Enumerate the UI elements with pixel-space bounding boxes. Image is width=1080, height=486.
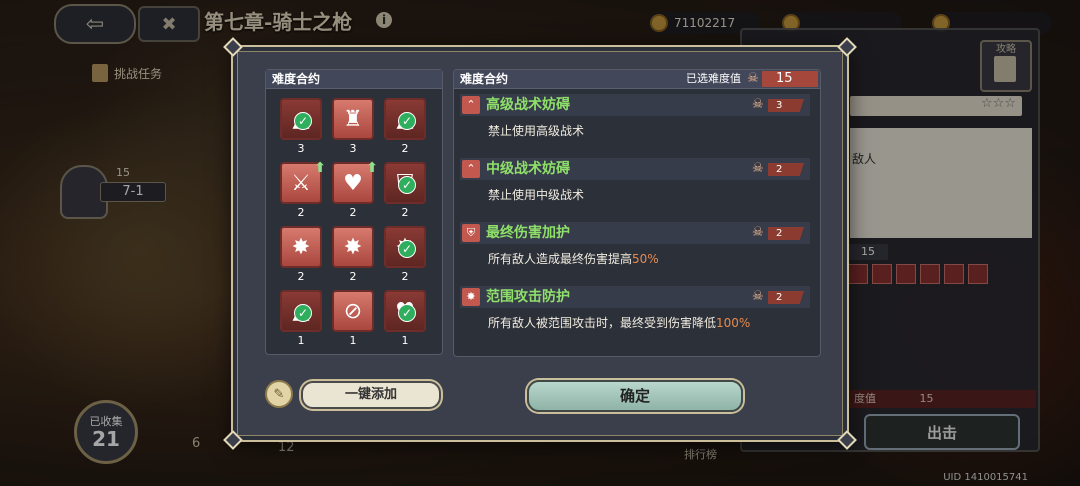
contract-description-value: 100% xyxy=(716,316,751,330)
book-edit-icon: ✎ xyxy=(273,386,285,402)
contract-name: 高级战术妨碍 xyxy=(486,97,570,113)
contract-name: 中级战术妨碍 xyxy=(486,161,570,177)
contract-name: 最终伤害加护 xyxy=(486,225,570,241)
contract-tile-level: 2 xyxy=(401,142,409,155)
skull-icon: ☠ xyxy=(752,97,764,112)
contract-tile-level: 2 xyxy=(401,206,409,219)
contract-tile-image[interactable]: ♥✓ xyxy=(384,290,426,332)
contract-description-text: 所有敌人造成最终伤害提高 xyxy=(488,252,633,266)
shield-icon: ⛨ xyxy=(462,224,480,242)
quick-add-button[interactable]: 一键添加 xyxy=(301,381,441,409)
burst-icon: ✸ xyxy=(462,288,480,306)
contract-tile-image[interactable]: ⚔ ⬆ xyxy=(280,160,326,204)
contract-tile-image[interactable]: ▲✓ xyxy=(280,98,322,140)
skull-icon: ☠ xyxy=(752,289,764,304)
contract-tile-level: 2 xyxy=(297,270,305,283)
skull-icon: ☠ xyxy=(752,225,764,240)
contract-tile-level: 1 xyxy=(401,334,409,347)
contract-tile-image[interactable]: ✸✓ xyxy=(384,226,426,268)
contract-cost: 2 xyxy=(768,227,804,240)
contract-tile[interactable]: ♜ 3 xyxy=(332,98,376,155)
contract-description: 所有敌人造成最终伤害提高50% xyxy=(460,244,810,272)
contract-tile-level: 1 xyxy=(349,334,357,347)
grid-panel-header: 难度合约 xyxy=(266,70,442,89)
burst-icon: ✸ xyxy=(343,234,363,260)
contract-tile[interactable]: ▲✓ 1 xyxy=(280,290,324,347)
double-chevron-icon: ⌃ xyxy=(462,160,480,178)
contract-header: ⛨ 最终伤害加护 ☠ 2 xyxy=(460,222,810,244)
contract-header: ⌃ 高级战术妨碍 ☠ 3 xyxy=(460,94,810,116)
contract-tile-level: 1 xyxy=(297,334,305,347)
contract-description-text: 所有敌人被范围攻击时，最终受到伤害降低 xyxy=(488,316,717,330)
contract-tile[interactable]: ⚔ ⬆ 2 xyxy=(280,160,326,219)
heart-plus-icon: ♥ xyxy=(343,170,363,196)
contract-tile-image[interactable]: ♥ ⬆ xyxy=(332,160,378,204)
contract-description: 禁止使用中级战术 xyxy=(460,180,810,208)
contract-name: 范围攻击防护 xyxy=(486,289,570,305)
contract-tile[interactable]: ✸ 2 xyxy=(332,226,376,283)
contract-tile[interactable]: ♥✓ 1 xyxy=(384,290,428,347)
contract-tile-image[interactable]: ⊘ xyxy=(332,290,374,332)
contract-tile-image[interactable]: ✸ xyxy=(332,226,374,268)
contract-tile-image[interactable]: ▲✓ xyxy=(384,98,426,140)
contract-tile[interactable]: ▲✓ 3 xyxy=(280,98,324,155)
contract-description: 禁止使用高级战术 xyxy=(460,116,810,144)
check-icon: ✓ xyxy=(398,240,416,258)
selected-difficulty-value: 15 xyxy=(762,71,818,87)
contract-list-panel[interactable]: 难度合约 已选难度值 ☠ 15 ⌃ 高级战术妨碍 ☠ 3 禁止使用高级战术 ⌃ 中级战术妨碍… xyxy=(453,69,821,357)
check-icon: ✓ xyxy=(294,112,312,130)
skull-icon: ☠ xyxy=(752,161,764,176)
contract-tile[interactable]: ✸ 2 xyxy=(280,226,324,283)
contract-description-value: 50% xyxy=(632,252,659,266)
contract-item[interactable]: ⌃ 中级战术妨碍 ☠ 2 禁止使用中级战术 xyxy=(460,158,810,208)
contract-tile[interactable]: ✸✓ 2 xyxy=(384,226,428,283)
contract-tile-image[interactable]: ▲✓ xyxy=(280,290,322,332)
contract-tile[interactable]: ▲✓ 2 xyxy=(384,98,428,155)
difficulty-contract-dialog: 难度合约 ▲✓3♜3▲✓2⚔⬆2♥⬆2⛨✓2✸2✸2✸✓2▲✓1⊘1♥✓1 难度… xyxy=(223,37,857,450)
list-panel-header: 难度合约 已选难度值 ☠ 15 xyxy=(454,70,820,89)
contract-tile-image[interactable]: ⛨✓ xyxy=(384,162,426,204)
contract-description: 所有敌人被范围攻击时，最终受到伤害降低100% xyxy=(460,308,810,336)
contract-tile-image[interactable]: ✸ xyxy=(280,226,322,268)
contract-description-text: 禁止使用中级战术 xyxy=(488,188,585,202)
skull-icon: ☠ xyxy=(747,71,759,86)
contract-cost: 2 xyxy=(768,291,804,304)
contract-tile-level: 2 xyxy=(349,206,357,219)
wizard-icon: ♜ xyxy=(343,106,363,132)
contract-grid-panel: 难度合约 ▲✓3♜3▲✓2⚔⬆2♥⬆2⛨✓2✸2✸2✸✓2▲✓1⊘1♥✓1 xyxy=(265,69,443,355)
selected-difficulty-label: 已选难度值 xyxy=(686,72,741,85)
contract-tile[interactable]: ⛨✓ 2 xyxy=(384,162,428,219)
confirm-button[interactable]: 确定 xyxy=(527,380,743,412)
contract-tile-level: 3 xyxy=(349,142,357,155)
contract-tile[interactable]: ♥ ⬆ 2 xyxy=(332,160,378,219)
contract-cost: 3 xyxy=(768,99,804,112)
upgrade-arrow-icon: ⬆ xyxy=(314,160,326,176)
list-panel-title: 难度合约 xyxy=(460,72,509,86)
contract-item[interactable]: ⛨ 最终伤害加护 ☠ 2 所有敌人造成最终伤害提高50% xyxy=(460,222,810,272)
contract-item[interactable]: ✸ 范围攻击防护 ☠ 2 所有敌人被范围攻击时，最终受到伤害降低100% xyxy=(460,286,810,336)
contract-tile-level: 2 xyxy=(297,206,305,219)
contract-tile-level: 2 xyxy=(349,270,357,283)
broken-sword-icon: ⚔ xyxy=(291,170,311,196)
check-icon: ✓ xyxy=(294,304,312,322)
check-icon: ✓ xyxy=(398,304,416,322)
contract-tile-image[interactable]: ♜ xyxy=(332,98,374,140)
contract-tile[interactable]: ⊘ 1 xyxy=(332,290,376,347)
burst-icon: ✸ xyxy=(291,234,311,260)
contract-book-button[interactable]: ✎ xyxy=(265,380,293,408)
no-heal-icon: ⊘ xyxy=(343,298,363,324)
contract-cost: 2 xyxy=(768,163,804,176)
check-icon: ✓ xyxy=(398,176,416,194)
contract-description-text: 禁止使用高级战术 xyxy=(488,124,585,138)
contract-tile-level: 3 xyxy=(297,142,305,155)
contract-header: ✸ 范围攻击防护 ☠ 2 xyxy=(460,286,810,308)
contract-header: ⌃ 中级战术妨碍 ☠ 2 xyxy=(460,158,810,180)
double-chevron-icon: ⌃ xyxy=(462,96,480,114)
contract-tile-level: 2 xyxy=(401,270,409,283)
check-icon: ✓ xyxy=(398,112,416,130)
upgrade-arrow-icon: ⬆ xyxy=(366,160,378,176)
contract-item[interactable]: ⌃ 高级战术妨碍 ☠ 3 禁止使用高级战术 xyxy=(460,94,810,144)
